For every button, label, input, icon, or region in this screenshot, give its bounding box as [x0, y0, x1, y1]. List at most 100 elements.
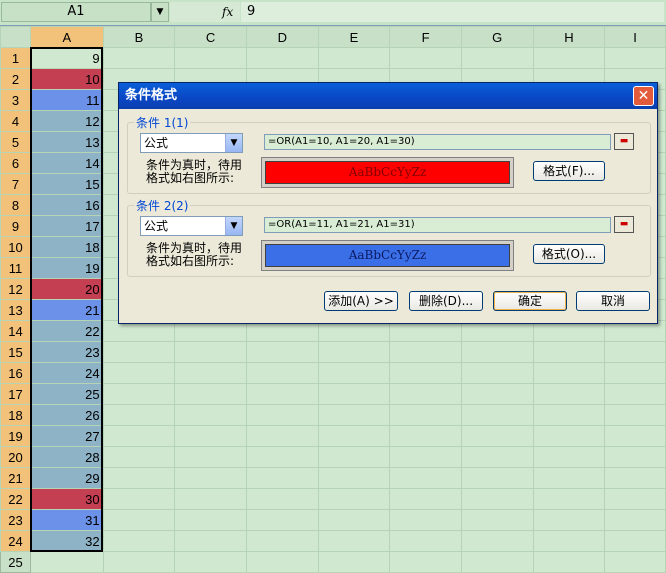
cell-g23[interactable] — [460, 509, 534, 531]
cell-a15[interactable]: 23 — [29, 341, 104, 363]
cell-c1[interactable] — [174, 47, 247, 69]
cell-a6[interactable]: 14 — [29, 152, 104, 174]
row-header[interactable]: 14 — [0, 320, 31, 342]
column-header-f[interactable]: F — [389, 26, 462, 48]
row-header[interactable]: 23 — [0, 509, 31, 531]
row-header[interactable]: 16 — [0, 362, 31, 384]
cell-a5[interactable]: 13 — [29, 131, 104, 153]
cell-i17[interactable] — [604, 383, 666, 405]
cell-h25[interactable] — [532, 551, 606, 573]
cell-a7[interactable]: 15 — [29, 173, 104, 195]
cell-d16[interactable] — [245, 362, 319, 384]
cell-d24[interactable] — [245, 530, 319, 552]
cell-i19[interactable] — [604, 425, 666, 447]
delete-condition-button[interactable]: 删除(D)... — [409, 291, 483, 311]
cell-b25[interactable] — [102, 551, 176, 573]
cell-i24[interactable] — [604, 530, 666, 552]
row-header[interactable]: 6 — [0, 152, 31, 174]
row-header[interactable]: 24 — [0, 530, 31, 552]
column-header-h[interactable]: H — [532, 26, 606, 48]
cell-f21[interactable] — [389, 467, 462, 489]
column-header-c[interactable]: C — [174, 26, 247, 48]
row-header[interactable]: 20 — [0, 446, 31, 468]
row-header[interactable]: 10 — [0, 236, 31, 258]
cell-b1[interactable] — [102, 47, 176, 69]
cell-h22[interactable] — [532, 488, 606, 510]
cell-e1[interactable] — [317, 47, 391, 69]
cell-g19[interactable] — [460, 425, 534, 447]
cell-d15[interactable] — [245, 341, 319, 363]
cell-e24[interactable] — [317, 530, 391, 552]
cell-a22[interactable]: 30 — [29, 488, 104, 510]
cell-i1[interactable] — [604, 47, 666, 69]
row-header[interactable]: 8 — [0, 194, 31, 216]
cell-e25[interactable] — [317, 551, 391, 573]
cell-g22[interactable] — [460, 488, 534, 510]
cell-f16[interactable] — [389, 362, 462, 384]
row-header[interactable]: 5 — [0, 131, 31, 153]
cell-f22[interactable] — [389, 488, 462, 510]
cell-d23[interactable] — [245, 509, 319, 531]
condition-1-type-select[interactable]: 公式 ▼ — [140, 133, 243, 153]
ok-button[interactable]: 确定 — [493, 291, 567, 311]
row-header[interactable]: 19 — [0, 425, 31, 447]
cell-i22[interactable] — [604, 488, 666, 510]
row-header[interactable]: 12 — [0, 278, 31, 300]
condition-2-formula-input[interactable]: =OR(A1=11, A1=21, A1=31) — [264, 217, 611, 233]
cell-i15[interactable] — [604, 341, 666, 363]
cell-b15[interactable] — [102, 341, 176, 363]
row-header[interactable]: 9 — [0, 215, 31, 237]
cell-g16[interactable] — [460, 362, 534, 384]
cell-c20[interactable] — [174, 446, 247, 468]
cell-g17[interactable] — [460, 383, 534, 405]
condition-2-format-button[interactable]: 格式(O)... — [533, 244, 605, 264]
cell-e20[interactable] — [317, 446, 391, 468]
cell-e19[interactable] — [317, 425, 391, 447]
cell-a4[interactable]: 12 — [29, 110, 104, 132]
select-all-corner[interactable] — [0, 26, 31, 48]
condition-1-formula-input[interactable]: =OR(A1=10, A1=20, A1=30) — [264, 134, 611, 150]
row-header[interactable]: 13 — [0, 299, 31, 321]
cell-c19[interactable] — [174, 425, 247, 447]
cell-f25[interactable] — [389, 551, 462, 573]
cell-a13[interactable]: 21 — [29, 299, 104, 321]
row-header[interactable]: 17 — [0, 383, 31, 405]
cell-a16[interactable]: 24 — [29, 362, 104, 384]
cell-e22[interactable] — [317, 488, 391, 510]
cell-g15[interactable] — [460, 341, 534, 363]
row-header[interactable]: 7 — [0, 173, 31, 195]
row-header[interactable]: 15 — [0, 341, 31, 363]
cell-b16[interactable] — [102, 362, 176, 384]
cell-b21[interactable] — [102, 467, 176, 489]
cell-a1[interactable]: 9 — [29, 47, 104, 69]
cell-c17[interactable] — [174, 383, 247, 405]
cell-h19[interactable] — [532, 425, 606, 447]
cell-i21[interactable] — [604, 467, 666, 489]
column-header-d[interactable]: D — [245, 26, 319, 48]
cell-b18[interactable] — [102, 404, 176, 426]
cell-b19[interactable] — [102, 425, 176, 447]
cell-g18[interactable] — [460, 404, 534, 426]
cell-a18[interactable]: 26 — [29, 404, 104, 426]
cell-e15[interactable] — [317, 341, 391, 363]
cell-d25[interactable] — [245, 551, 319, 573]
column-header-g[interactable]: G — [460, 26, 534, 48]
cell-c15[interactable] — [174, 341, 247, 363]
cell-d21[interactable] — [245, 467, 319, 489]
cell-f20[interactable] — [389, 446, 462, 468]
cell-c23[interactable] — [174, 509, 247, 531]
row-header[interactable]: 18 — [0, 404, 31, 426]
cell-h1[interactable] — [532, 47, 606, 69]
name-box[interactable]: A1 — [1, 2, 151, 22]
cell-c25[interactable] — [174, 551, 247, 573]
condition-2-type-select[interactable]: 公式 ▼ — [140, 216, 243, 236]
cell-a25[interactable] — [29, 551, 104, 573]
insert-function-icon[interactable]: fx — [222, 2, 240, 22]
cell-i16[interactable] — [604, 362, 666, 384]
cell-d1[interactable] — [245, 47, 319, 69]
cell-c16[interactable] — [174, 362, 247, 384]
cell-f1[interactable] — [389, 47, 462, 69]
cell-a21[interactable]: 29 — [29, 467, 104, 489]
cell-a8[interactable]: 16 — [29, 194, 104, 216]
cell-c18[interactable] — [174, 404, 247, 426]
